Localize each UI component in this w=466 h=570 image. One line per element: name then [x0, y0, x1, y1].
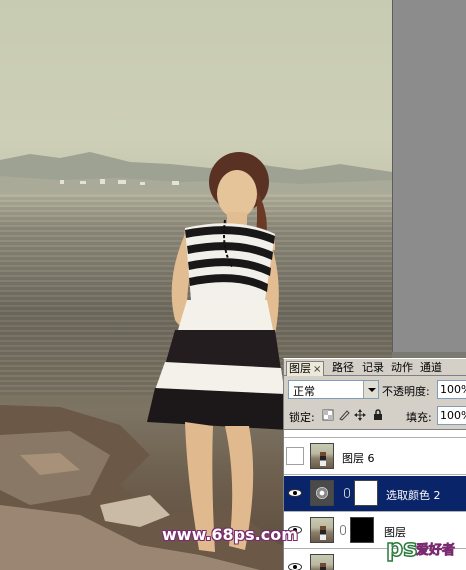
model-figure	[147, 152, 289, 552]
tab-channels[interactable]: 通道	[418, 361, 444, 376]
layer-thumbnail	[310, 554, 334, 570]
blend-opacity-row: 正常 不透明度: 100%	[286, 380, 466, 400]
lock-all-icon[interactable]	[372, 409, 384, 421]
layer-name: 选取颜色 2	[386, 489, 441, 502]
layer-row-selected[interactable]: 选取颜色 2	[284, 476, 466, 512]
blend-mode-value: 正常	[293, 385, 315, 398]
link-icon[interactable]	[344, 488, 350, 498]
panel-tabs: 图层 × 路径 记录 动作 通道	[284, 359, 466, 376]
opacity-label: 不透明度:	[382, 385, 430, 398]
lock-transparency-icon[interactable]	[322, 409, 334, 421]
fill-input[interactable]: 100%	[437, 406, 466, 425]
layer-thumbnail	[310, 443, 334, 469]
eye-icon	[288, 563, 302, 570]
fill-label: 填充:	[406, 411, 432, 424]
visibility-toggle[interactable]	[286, 558, 304, 570]
tab-layers[interactable]: 图层 ×	[286, 361, 325, 376]
opacity-input[interactable]: 100%	[437, 380, 466, 399]
adjustment-thumbnail	[310, 480, 334, 506]
workspace-background	[392, 0, 466, 352]
visibility-toggle[interactable]	[286, 484, 304, 502]
layer-row-partial[interactable]	[284, 430, 466, 438]
visibility-toggle[interactable]	[286, 447, 304, 465]
layer-row[interactable]: 图层 6	[284, 439, 466, 475]
site-watermark: www.68ps.com	[162, 525, 298, 544]
layer-name: 图层 6	[342, 452, 375, 465]
tab-layers-label: 图层	[289, 362, 311, 375]
chevron-down-icon[interactable]	[363, 381, 378, 398]
tab-paths-label: 路径	[332, 361, 354, 374]
tab-channels-label: 通道	[420, 361, 442, 374]
logo-chinese-text: 爱好者	[416, 542, 455, 558]
layer-mask-thumbnail[interactable]	[350, 517, 374, 543]
lock-position-icon[interactable]	[354, 409, 366, 421]
tab-history-label: 记录	[362, 361, 384, 374]
ps-logo-watermark: ps 爱好者	[384, 530, 466, 564]
tab-history[interactable]: 记录	[360, 361, 386, 376]
tab-actions-label: 动作	[391, 361, 413, 374]
blend-mode-select[interactable]: 正常	[288, 380, 379, 399]
layer-thumbnail	[310, 517, 334, 543]
lock-pixels-icon[interactable]	[338, 409, 350, 421]
logo-ps-text: ps	[386, 534, 417, 562]
tab-actions[interactable]: 动作	[389, 361, 415, 376]
close-icon[interactable]: ×	[313, 364, 321, 375]
link-icon[interactable]	[340, 525, 346, 535]
layer-mask-thumbnail[interactable]	[354, 480, 378, 506]
eye-icon	[288, 489, 302, 497]
tab-paths[interactable]: 路径	[330, 361, 356, 376]
lock-label: 锁定:	[289, 411, 315, 424]
lock-fill-row: 锁定: 填充: 100%	[286, 406, 466, 426]
